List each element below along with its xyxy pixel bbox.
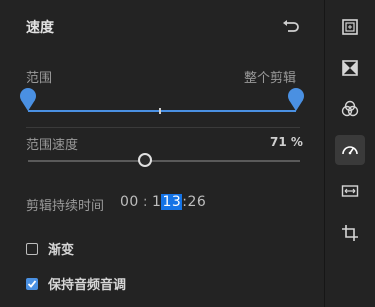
section-divider — [26, 127, 300, 128]
undo-icon — [283, 20, 299, 32]
speed-slider-knob[interactable] — [138, 153, 152, 167]
timecode-separator: : — [142, 194, 149, 210]
range-end-handle[interactable] — [287, 88, 305, 112]
ramp-label: 渐变 — [48, 243, 75, 258]
speed-panel: 速度 范围 整个剪辑 范围速度 71 % 剪辑持续时间 00 : 1 13 : … — [0, 0, 325, 307]
range-track[interactable] — [28, 110, 296, 112]
color-circles-icon — [341, 100, 359, 117]
duration-timecode[interactable]: 00 : 1 13 : 26 — [120, 194, 206, 210]
checkmark-icon — [27, 279, 37, 288]
timecode-minutes-selected[interactable]: 13 — [161, 194, 183, 210]
keep-pitch-checkbox-row[interactable]: 保持音频音调 — [26, 274, 126, 293]
reset-button[interactable] — [280, 16, 302, 36]
sidebar-item-flip[interactable] — [335, 53, 365, 83]
timecode-hours[interactable]: 00 — [120, 194, 139, 210]
ramp-checkbox-row[interactable]: 渐变 — [26, 239, 74, 258]
speed-slider-track[interactable] — [28, 160, 300, 162]
keep-pitch-label: 保持音频音调 — [48, 278, 127, 293]
range-center-tick — [159, 108, 161, 114]
timecode-frames[interactable]: 26 — [188, 194, 207, 210]
clip-duration-label: 剪辑持续时间 — [26, 199, 105, 214]
resize-arrows-icon — [341, 185, 359, 197]
ramp-checkbox[interactable] — [26, 242, 38, 255]
flip-icon — [342, 60, 358, 76]
sidebar-item-color[interactable] — [335, 94, 365, 124]
range-speed-label: 范围速度 — [26, 138, 79, 153]
range-label: 范围 — [26, 71, 53, 86]
panel-title: 速度 — [26, 20, 54, 36]
sidebar-item-speed[interactable] — [335, 135, 365, 165]
speedometer-icon — [342, 146, 358, 155]
tool-sidebar — [326, 0, 375, 307]
sidebar-item-crop-frame[interactable] — [335, 12, 365, 42]
keep-pitch-checkbox[interactable] — [26, 277, 38, 290]
timecode-minutes-prefix[interactable]: 1 — [152, 194, 161, 210]
crop-icon — [342, 225, 358, 241]
range-start-handle[interactable] — [19, 88, 37, 112]
sidebar-item-resize[interactable] — [335, 176, 365, 206]
sidebar-item-crop[interactable] — [335, 218, 365, 248]
crop-frame-icon — [342, 19, 358, 35]
range-speed-value: 71 % — [270, 135, 303, 149]
range-scope-value: 整个剪辑 — [244, 71, 297, 86]
